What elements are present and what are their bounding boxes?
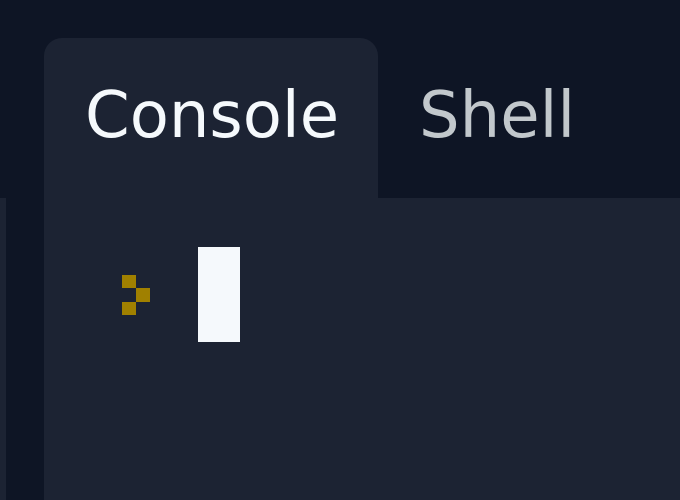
console-input-row[interactable] <box>122 247 240 342</box>
side-panel-edge <box>0 198 6 500</box>
repl-window: Console Shell <box>0 0 680 500</box>
text-cursor <box>198 247 240 342</box>
tab-shell-label: Shell <box>419 79 576 153</box>
tab-console[interactable]: Console <box>44 38 378 198</box>
tab-console-label: Console <box>85 79 340 153</box>
prompt-chevron-icon <box>122 274 150 315</box>
tab-bar: Console Shell <box>44 38 616 198</box>
tab-shell[interactable]: Shell <box>378 38 616 198</box>
console-panel[interactable] <box>44 198 680 500</box>
